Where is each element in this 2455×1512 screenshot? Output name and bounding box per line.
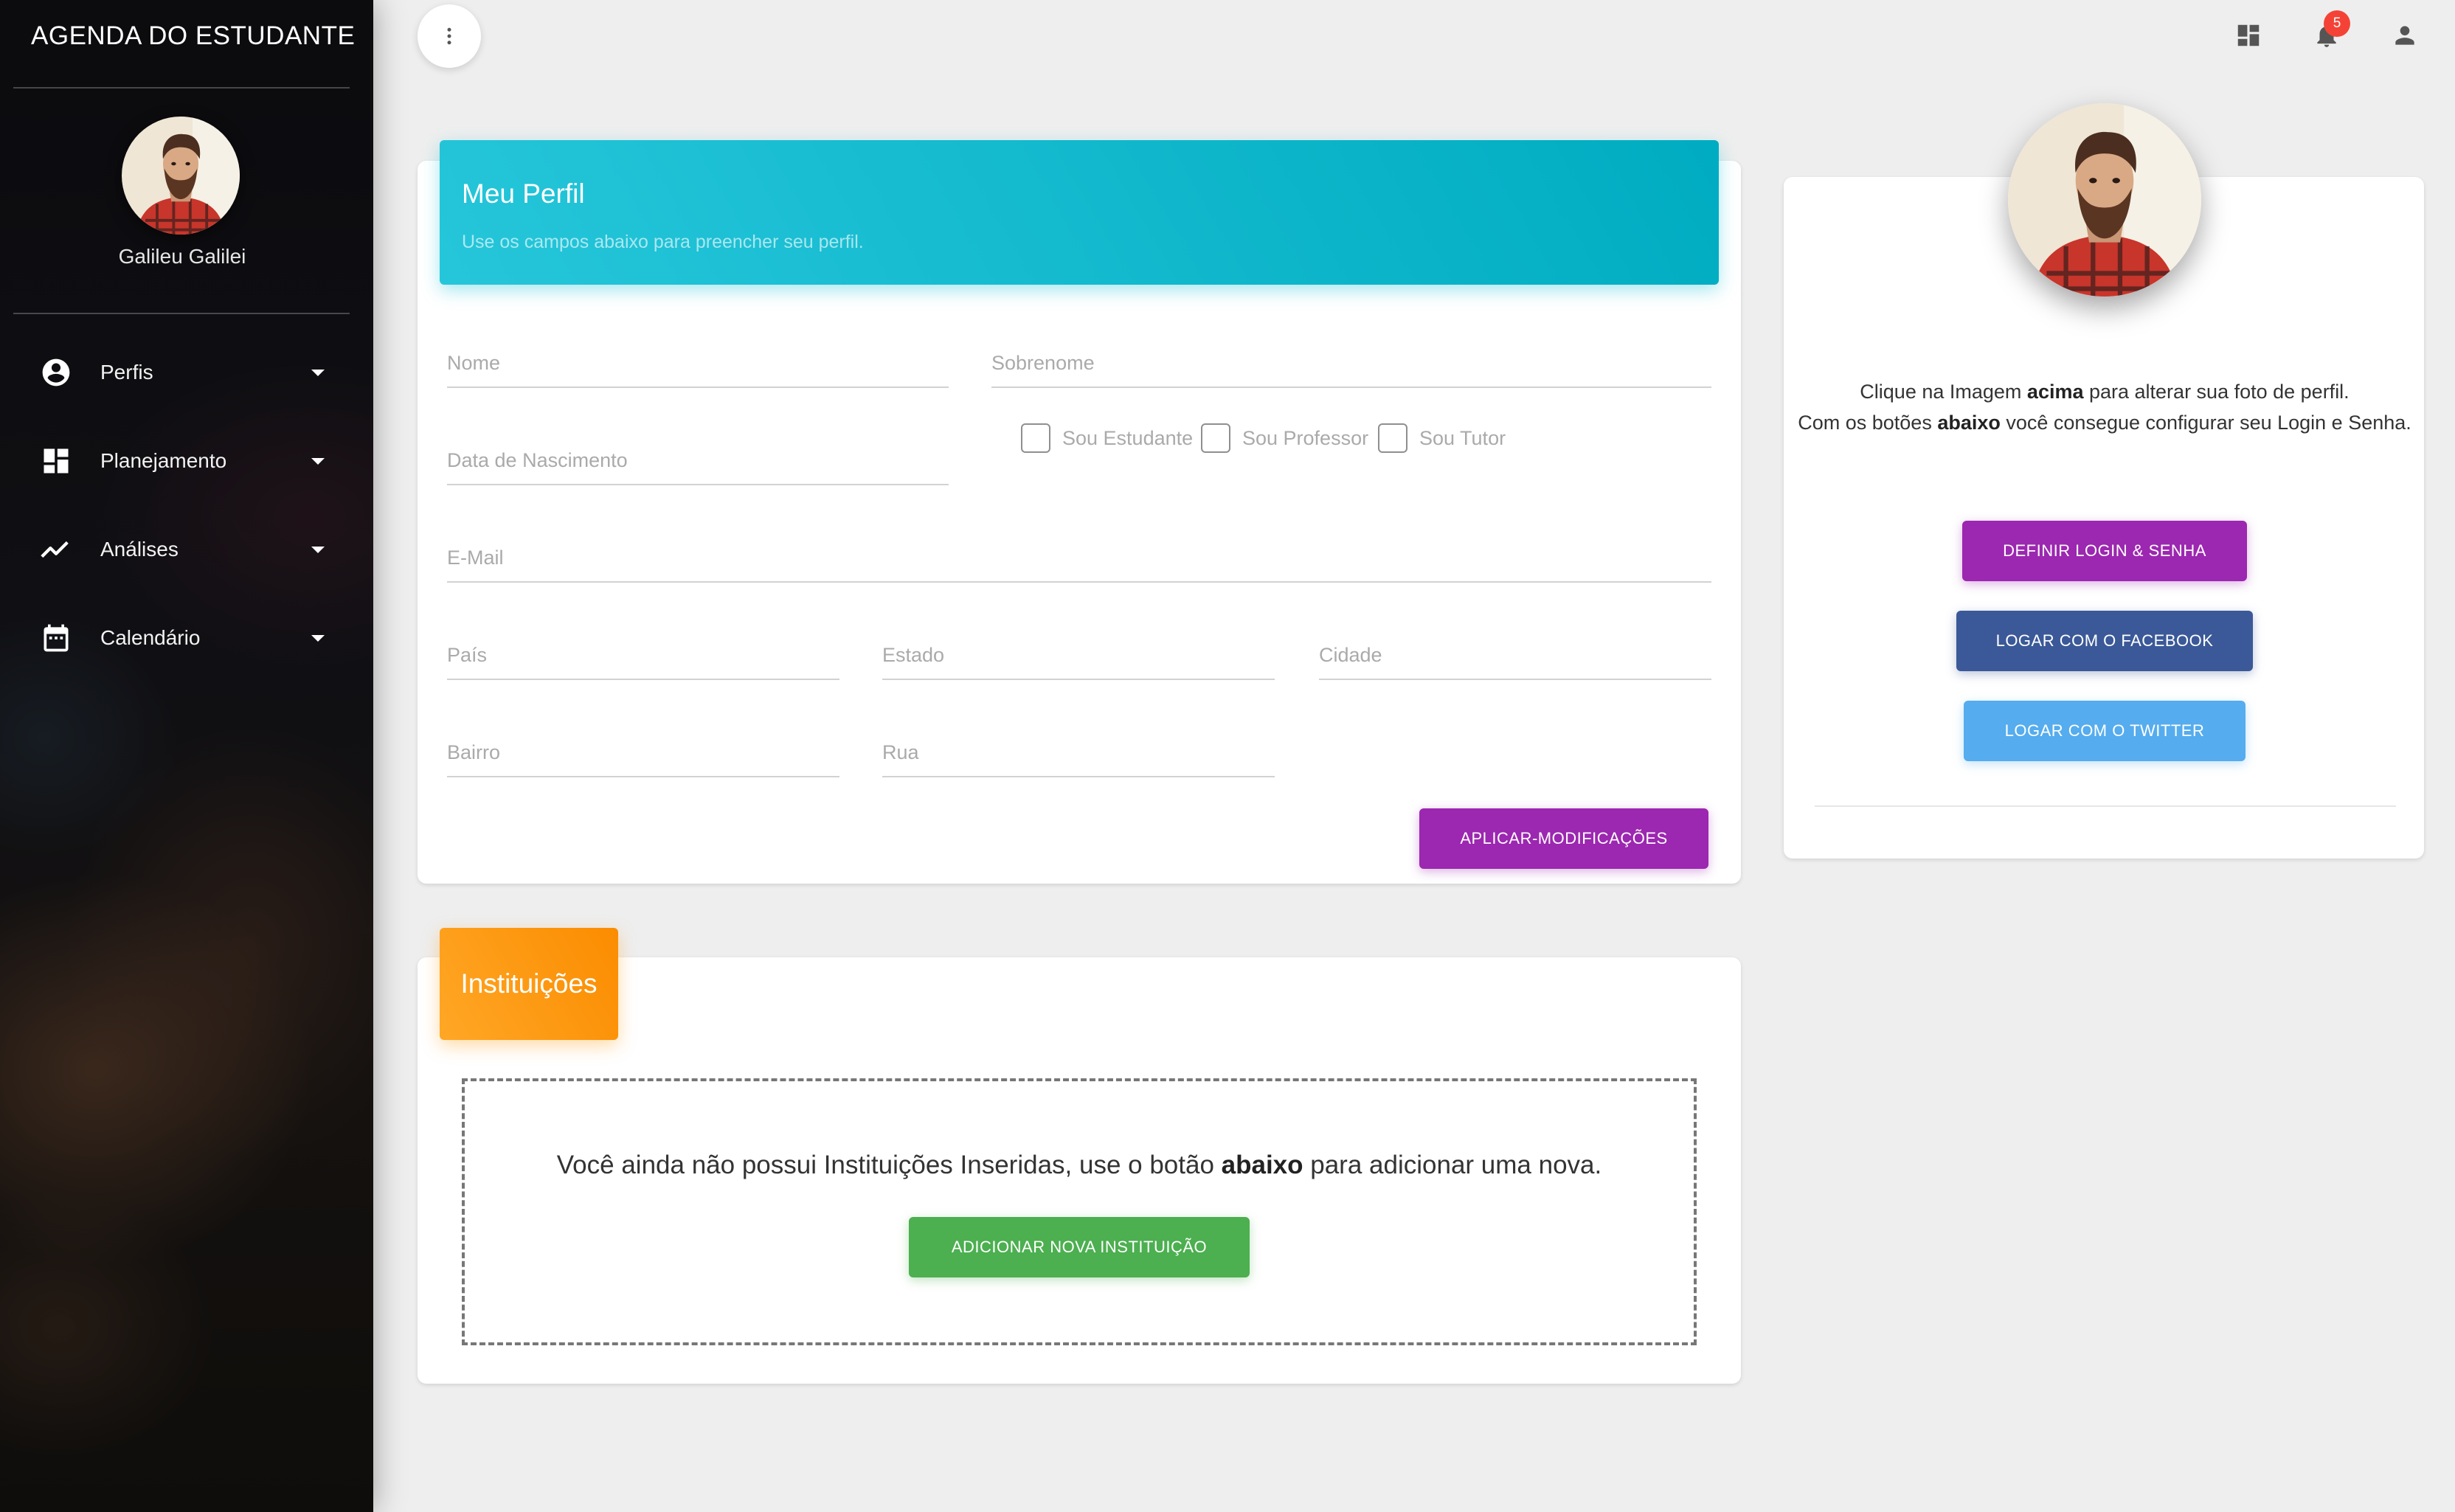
caret-down-icon — [311, 369, 325, 376]
checkbox-box[interactable] — [1378, 423, 1407, 453]
checkbox-label: Sou Professor — [1242, 426, 1369, 449]
profile-card-header: Meu Perfil Use os campos abaixo para pre… — [440, 140, 1719, 285]
sidebar-user-name[interactable]: Galileu Galilei — [0, 245, 364, 268]
brand-title[interactable]: AGENDA DO ESTUDANTE — [0, 0, 373, 72]
caret-down-icon — [311, 634, 325, 642]
apply-changes-button[interactable]: APLICAR-MODIFICAÇÕES — [1419, 808, 1708, 869]
facebook-login-button[interactable]: LOGAR COM O FACEBOOK — [1956, 611, 2253, 671]
pais-field[interactable] — [447, 636, 839, 680]
card-divider — [1815, 805, 2396, 807]
estado-input[interactable] — [882, 644, 1275, 667]
person-icon — [2395, 26, 2414, 45]
desc-text: Clique na Imagem — [1860, 381, 2027, 403]
bairro-field[interactable] — [447, 733, 839, 777]
empty-institutions-message: Você ainda não possui Instituições Inser… — [462, 1151, 1697, 1180]
dashboard-icon — [2237, 24, 2260, 46]
desc-text: Com os botões — [1798, 412, 1938, 434]
user-button[interactable] — [2387, 18, 2423, 53]
desc-text: para alterar sua foto de perfil. — [2083, 381, 2350, 403]
caret-down-icon — [311, 546, 325, 553]
twitter-login-button[interactable]: LOGAR COM O TWITTER — [1964, 701, 2245, 761]
define-login-button[interactable]: DEFINIR LOGIN & SENHA — [1962, 521, 2247, 581]
rua-field[interactable] — [882, 733, 1275, 777]
sidebar-item-perfis[interactable]: Perfis — [0, 339, 364, 406]
sidebar-item-label: Análises — [100, 538, 179, 561]
caret-down-icon — [311, 457, 325, 465]
checkbox-label: Sou Tutor — [1419, 426, 1506, 449]
sidebar-item-label: Calendário — [100, 626, 201, 649]
bairro-input[interactable] — [447, 741, 839, 764]
desc-bold: abaixo — [1937, 412, 2001, 434]
instituicoes-card-header: Instituições — [440, 928, 618, 1040]
desc-text: você consegue configurar seu Login e Sen… — [2000, 412, 2411, 434]
sidebar-item-label: Planejamento — [100, 449, 227, 472]
checkbox-label: Sou Estudante — [1062, 426, 1194, 449]
estado-field[interactable] — [882, 636, 1275, 680]
sidebar-divider — [13, 313, 350, 314]
checkbox-box[interactable] — [1021, 423, 1050, 453]
calendar-icon — [38, 620, 74, 656]
notification-badge: 5 — [2324, 10, 2350, 37]
desc-bold: acima — [2026, 381, 2084, 403]
sidebar: AGENDA DO ESTUDANTE Galileu Galilei Perf… — [0, 0, 373, 1512]
profile-card-title: Meu Perfil — [462, 178, 585, 209]
cidade-field[interactable] — [1319, 636, 1711, 680]
nascimento-input[interactable] — [447, 449, 949, 472]
email-input[interactable] — [447, 547, 1711, 569]
pais-input[interactable] — [447, 644, 839, 667]
sidebar-item-label: Perfis — [100, 361, 153, 384]
empty-message-text: para adicionar uma nova. — [1303, 1151, 1602, 1179]
profile-card-subtitle: Use os campos abaixo para preencher seu … — [462, 232, 864, 252]
more-vert-icon — [447, 27, 451, 45]
dashboard-button[interactable] — [2231, 18, 2266, 53]
sidebar-avatar[interactable] — [122, 117, 240, 235]
tutor-checkbox[interactable]: Sou Tutor — [1378, 422, 1506, 454]
sidebar-item-analises[interactable]: Análises — [0, 516, 364, 583]
profile-photo[interactable] — [2008, 103, 2201, 296]
empty-institutions-area — [462, 1078, 1697, 1345]
sidebar-item-calendario[interactable]: Calendário — [0, 605, 364, 671]
sidebar-toggle-button[interactable] — [418, 4, 481, 68]
empty-message-text: Você ainda não possui Instituições Inser… — [556, 1151, 1222, 1179]
profile-side-description: Clique na Imagem acima para alterar sua … — [1785, 376, 2424, 438]
professor-checkbox[interactable]: Sou Professor — [1201, 422, 1368, 454]
account-circle-icon — [38, 355, 74, 390]
nascimento-field[interactable] — [447, 441, 949, 485]
sobrenome-input[interactable] — [991, 352, 1711, 375]
sidebar-divider — [13, 87, 350, 89]
cidade-input[interactable] — [1319, 644, 1711, 667]
dashboard-icon — [38, 443, 74, 479]
empty-message-bold: abaixo — [1221, 1151, 1303, 1179]
nome-field[interactable] — [447, 344, 949, 388]
sobrenome-field[interactable] — [991, 344, 1711, 388]
add-institution-button[interactable]: ADICIONAR NOVA INSTITUIÇÃO — [909, 1217, 1250, 1277]
rua-input[interactable] — [882, 741, 1275, 764]
trending-up-icon — [38, 532, 74, 567]
checkbox-box[interactable] — [1201, 423, 1230, 453]
email-field[interactable] — [447, 538, 1711, 583]
sidebar-item-planejamento[interactable]: Planejamento — [0, 428, 364, 494]
nome-input[interactable] — [447, 352, 949, 375]
estudante-checkbox[interactable]: Sou Estudante — [1021, 422, 1193, 454]
